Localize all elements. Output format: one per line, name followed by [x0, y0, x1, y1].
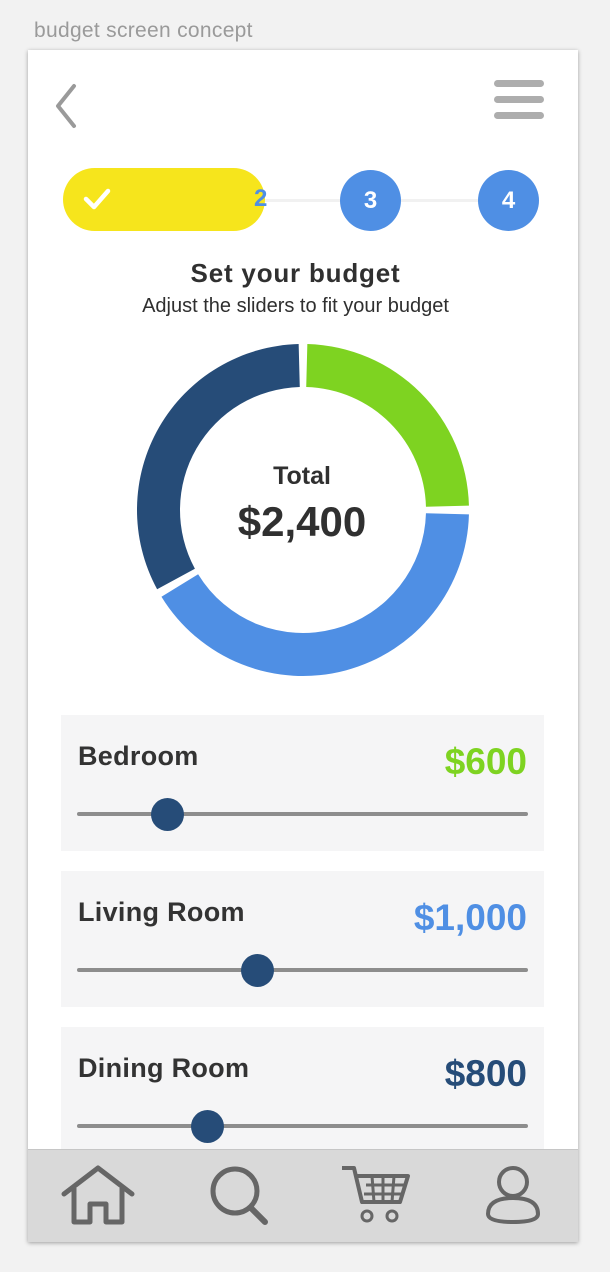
step-2-current[interactable]: 2	[63, 168, 268, 231]
page-title: Set your budget	[190, 258, 401, 288]
profile-icon[interactable]	[482, 1164, 544, 1226]
category-card-living-room: Living Room $1,000	[61, 871, 544, 1007]
category-amount: $800	[444, 1053, 527, 1094]
home-icon[interactable]	[60, 1164, 136, 1226]
slider-track[interactable]	[77, 968, 528, 972]
total-value: $2,400	[237, 498, 367, 545]
step-2-number: 2	[254, 185, 268, 212]
slider-thumb[interactable]	[191, 1110, 225, 1143]
slider-thumb[interactable]	[150, 798, 184, 831]
category-card-dining-room: Dining Room $800	[61, 1027, 544, 1163]
cart-icon[interactable]	[340, 1164, 412, 1226]
bottom-nav-bar	[28, 1149, 578, 1242]
category-name: Dining Room	[78, 1053, 250, 1083]
chevron-left-icon	[56, 84, 76, 128]
check-icon	[83, 188, 111, 210]
screen-caption: budget screen concept	[34, 19, 253, 42]
page-subtitle: Adjust the sliders to fit your budget	[142, 295, 449, 317]
menu-button[interactable]	[494, 80, 546, 126]
hamburger-menu-icon	[494, 80, 544, 87]
step-4[interactable]: 4	[478, 170, 539, 231]
total-label: Total	[273, 462, 331, 490]
slider-thumb[interactable]	[240, 954, 274, 987]
category-amount: $1,000	[413, 897, 527, 938]
phone-screen: 2 3 4 Set your budget Adjust the sliders…	[28, 50, 578, 1242]
slider-track[interactable]	[77, 812, 528, 816]
category-card-bedroom: Bedroom $600	[61, 715, 544, 851]
category-name: Living Room	[78, 897, 245, 927]
back-button[interactable]	[52, 80, 82, 130]
search-icon[interactable]	[208, 1164, 270, 1226]
slider-track[interactable]	[77, 1124, 528, 1128]
category-amount: $600	[444, 741, 527, 782]
step-3[interactable]: 3	[340, 170, 401, 231]
category-name: Bedroom	[78, 741, 199, 771]
